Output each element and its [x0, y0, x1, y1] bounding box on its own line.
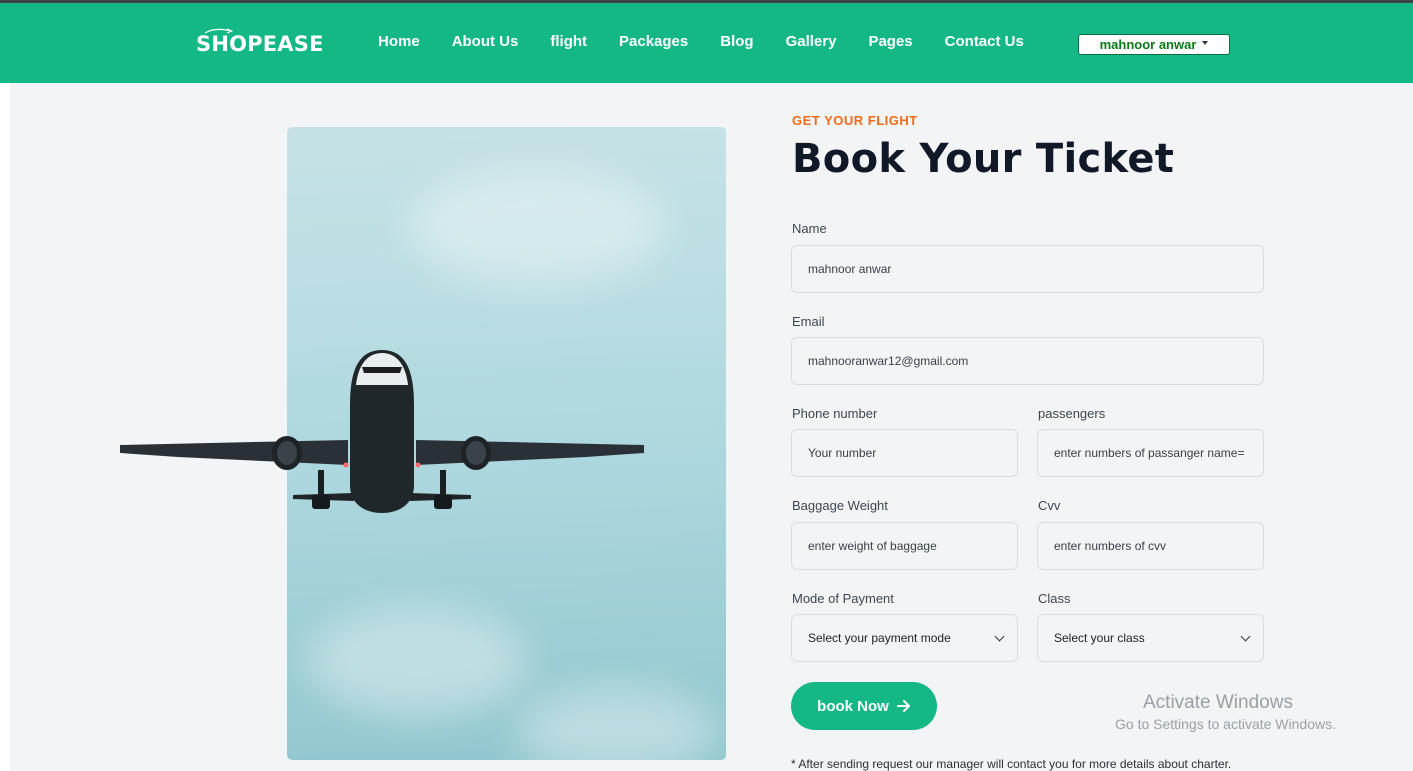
nav-packages[interactable]: Packages	[619, 33, 688, 50]
windows-activation-watermark: Activate Windows Go to Settings to activ…	[1115, 692, 1336, 732]
baggage-label: Baggage Weight	[792, 498, 888, 513]
left-wing	[120, 440, 348, 465]
email-input[interactable]: mahnooranwar12@gmail.com	[791, 337, 1264, 385]
caret-down-icon	[1202, 41, 1209, 45]
book-now-label: book Now	[817, 697, 889, 715]
watermark-title: Activate Windows	[1143, 692, 1293, 713]
payment-selected-value: Select your payment mode	[808, 631, 951, 645]
passengers-input[interactable]: enter numbers of passanger name=	[1037, 429, 1264, 477]
navbar: SHOPEASE Home About Us flight Packages B…	[0, 3, 1413, 83]
class-selected-value: Select your class	[1054, 631, 1145, 645]
form-note: * After sending request our manager will…	[791, 757, 1232, 771]
class-label: Class	[1038, 591, 1071, 606]
section-eyebrow: GET YOUR FLIGHT	[792, 113, 918, 128]
name-label: Name	[792, 221, 827, 236]
brand-logo[interactable]: SHOPEASE	[196, 32, 324, 56]
nav-about-us[interactable]: About Us	[452, 33, 519, 50]
payment-select[interactable]: Select your payment mode	[791, 614, 1018, 662]
passengers-label: passengers	[1038, 406, 1106, 421]
nav-contact-us[interactable]: Contact Us	[945, 33, 1024, 50]
book-now-button[interactable]: book Now	[791, 682, 937, 730]
cvv-label: Cvv	[1038, 498, 1061, 513]
main-nav: Home About Us flight Packages Blog Galle…	[378, 33, 1056, 50]
name-input[interactable]: mahnoor anwar	[791, 245, 1264, 293]
arrow-right-icon	[896, 700, 910, 712]
baggage-input[interactable]: enter weight of baggage	[791, 522, 1018, 570]
phone-label: Phone number	[792, 406, 878, 421]
chevron-down-icon	[1240, 631, 1251, 641]
user-menu-button[interactable]: mahnoor anwar	[1078, 34, 1230, 55]
chevron-down-icon	[994, 631, 1005, 641]
cvv-input[interactable]: enter numbers of cvv	[1037, 522, 1264, 570]
nav-gallery[interactable]: Gallery	[786, 33, 837, 50]
email-label: Email	[792, 314, 825, 329]
airplane-illustration	[120, 350, 644, 513]
nav-flight[interactable]: flight	[550, 33, 587, 50]
phone-input[interactable]: Your number	[791, 429, 1018, 477]
nav-blog[interactable]: Blog	[720, 33, 753, 50]
watermark-subtitle: Go to Settings to activate Windows.	[1115, 716, 1336, 732]
payment-label: Mode of Payment	[792, 591, 894, 606]
page-title: Book Your Ticket	[792, 136, 1175, 182]
right-wing	[416, 440, 644, 465]
nav-pages[interactable]: Pages	[868, 33, 912, 50]
user-name: mahnoor anwar	[1099, 37, 1197, 52]
class-select[interactable]: Select your class	[1037, 614, 1264, 662]
nav-home[interactable]: Home	[378, 33, 420, 50]
